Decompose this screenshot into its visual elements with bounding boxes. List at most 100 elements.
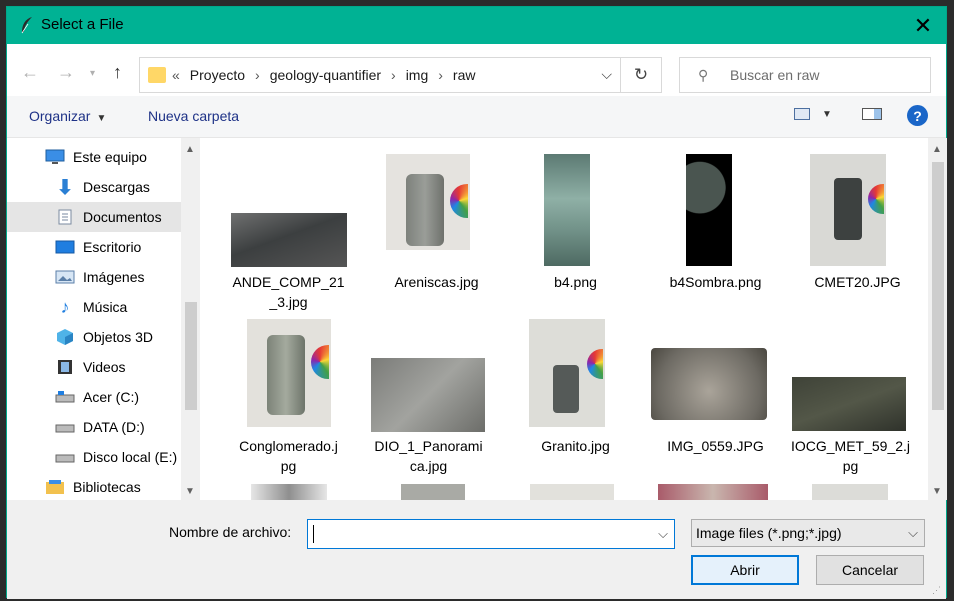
thumbnail	[529, 319, 605, 427]
scrollbar-thumb[interactable]	[932, 162, 944, 410]
file-name: CMET20.JPG	[814, 274, 901, 290]
breadcrumb-item[interactable]: geology-quantifier	[270, 67, 381, 83]
search-input[interactable]: ⚲ Buscar en raw	[679, 57, 931, 93]
file-list-scrollbar[interactable]: ▲ ▼	[928, 138, 947, 500]
computer-icon	[45, 149, 65, 165]
thumbnail	[686, 154, 732, 266]
view-icon[interactable]	[794, 108, 810, 120]
sidebar-item-musica[interactable]: ♪ Música	[55, 292, 200, 322]
video-icon	[55, 359, 75, 375]
cancel-button[interactable]: Cancelar	[816, 555, 924, 585]
breadcrumb-item[interactable]: img	[406, 67, 429, 83]
scrollbar-thumb[interactable]	[185, 302, 197, 410]
thumbnail	[401, 484, 465, 500]
document-icon	[55, 209, 75, 225]
breadcrumb: « Proyecto › geology-quantifier › img › raw	[172, 67, 476, 83]
breadcrumb-overflow[interactable]: «	[172, 67, 180, 83]
thumbnail	[247, 319, 331, 427]
window-title: Select a File	[41, 16, 124, 33]
chevron-down-icon[interactable]: ⌵	[601, 66, 612, 83]
sidebar-item-objetos-3d[interactable]: Objetos 3D	[55, 322, 200, 352]
up-button[interactable]: ↑	[113, 62, 122, 83]
thumbnail	[371, 358, 485, 432]
thumbnail	[386, 154, 470, 250]
sidebar-item-data-d[interactable]: DATA (D:)	[55, 412, 200, 442]
new-folder-button[interactable]: Nueva carpeta	[148, 108, 239, 124]
drive-icon	[55, 419, 75, 435]
file-type-select[interactable]: Image files (*.png;*.jpg) ⌵	[691, 519, 925, 547]
resize-grip-icon[interactable]: ⋰	[932, 585, 942, 595]
thumbnail	[812, 484, 888, 500]
file-name: Areniscas.jpg	[394, 274, 479, 290]
sidebar-item-documentos[interactable]: Documentos	[7, 202, 181, 232]
help-icon[interactable]: ?	[907, 105, 928, 126]
sidebar-item-bibliotecas[interactable]: Bibliotecas	[45, 472, 200, 500]
sidebar-item-acer-c[interactable]: Acer (C:)	[55, 382, 200, 412]
address-bar[interactable]: « Proyecto › geology-quantifier › img › raw…	[139, 57, 621, 93]
forward-button[interactable]: →	[57, 62, 75, 83]
dialog-footer: Nombre de archivo: ⌵ Image files (*.png;…	[7, 500, 946, 599]
library-icon	[45, 479, 65, 495]
thumbnail	[544, 154, 590, 266]
sidebar-scrollbar[interactable]: ▲ ▼	[181, 138, 200, 500]
thumbnail	[792, 377, 906, 431]
scroll-down-icon[interactable]: ▼	[932, 486, 942, 497]
thumbnail	[658, 484, 768, 500]
navigation-bar: ← → ▾ ↑ « Proyecto › geology-quantifier › …	[7, 44, 946, 96]
search-icon: ⚲	[698, 67, 709, 83]
scroll-down-icon[interactable]: ▼	[185, 486, 195, 497]
breadcrumb-item[interactable]: Proyecto	[190, 67, 245, 83]
sidebar-item-escritorio[interactable]: Escritorio	[55, 232, 200, 262]
command-bar: Organizar ▼ Nueva carpeta ▼ ?	[7, 96, 946, 138]
navigation-pane: Este equipo ⬇ Descargas Documentos Escri…	[7, 138, 200, 500]
thumbnail	[231, 213, 347, 267]
feather-icon	[21, 17, 32, 34]
file-type-value: Image files (*.png;*.jpg)	[696, 525, 842, 541]
filename-label: Nombre de archivo:	[169, 524, 292, 540]
file-list: ANDE_COMP_21 _3.jpg Areniscas.jpg b4.png …	[208, 138, 928, 500]
thumbnail	[251, 484, 327, 500]
cube-icon	[55, 329, 75, 345]
thumbnail	[651, 348, 767, 420]
file-name: IOCG_MET_59_2.j pg	[790, 438, 911, 474]
file-name: DIO_1_Panorami ca.jpg	[374, 438, 483, 474]
download-icon: ⬇	[56, 176, 74, 199]
scroll-up-icon[interactable]: ▲	[932, 144, 942, 155]
music-icon: ♪	[60, 296, 70, 317]
file-name: Granito.jpg	[541, 438, 610, 454]
organize-menu[interactable]: Organizar ▼	[29, 108, 106, 124]
sidebar-item-imagenes[interactable]: Imágenes	[55, 262, 200, 292]
sidebar-item-descargas[interactable]: ⬇ Descargas	[55, 172, 200, 202]
thumbnail	[810, 154, 886, 266]
file-name: IMG_0559.JPG	[667, 438, 764, 454]
text-cursor	[313, 525, 314, 543]
close-button[interactable]: ✕	[900, 7, 946, 44]
refresh-button[interactable]: ↻	[621, 57, 662, 93]
back-button[interactable]: ←	[21, 62, 39, 83]
drive-icon	[55, 389, 75, 405]
filename-input[interactable]: ⌵	[307, 519, 675, 549]
thumbnail	[530, 484, 614, 500]
refresh-icon: ↻	[633, 65, 649, 84]
sidebar-item-este-equipo[interactable]: Este equipo	[45, 142, 200, 172]
chevron-down-icon[interactable]: ⌵	[658, 526, 668, 542]
title-bar[interactable]: Select a File ✕	[7, 7, 946, 44]
pictures-icon	[55, 269, 75, 285]
file-name: b4Sombra.png	[669, 274, 762, 290]
close-icon: ✕	[913, 12, 933, 38]
breadcrumb-item[interactable]: raw	[453, 67, 476, 83]
file-name: ANDE_COMP_21 _3.jpg	[232, 274, 345, 310]
file-dialog: Select a File ✕ ← → ▾ ↑ « Proyecto › geol…	[6, 6, 947, 599]
view-dropdown-icon[interactable]: ▼	[822, 109, 832, 120]
sidebar-item-disco-local-e[interactable]: Disco local (E:)	[55, 442, 200, 472]
drive-icon	[55, 449, 75, 465]
desktop-icon	[55, 239, 75, 255]
search-placeholder: Buscar en raw	[730, 67, 820, 83]
recent-locations-button[interactable]: ▾	[90, 68, 95, 79]
sidebar-item-videos[interactable]: Videos	[55, 352, 200, 382]
file-name: Conglomerado.j pg	[239, 438, 338, 474]
preview-pane-icon[interactable]	[861, 108, 882, 120]
folder-icon	[148, 67, 166, 83]
open-button[interactable]: Abrir	[691, 555, 799, 585]
scroll-up-icon[interactable]: ▲	[185, 144, 195, 155]
